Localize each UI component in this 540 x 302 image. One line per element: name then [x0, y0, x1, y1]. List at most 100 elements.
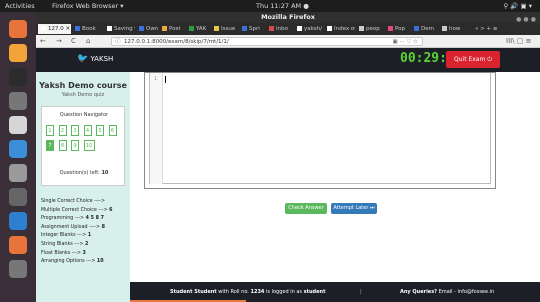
browser-tab[interactable]: peop	[356, 24, 384, 34]
terminal-icon[interactable]	[9, 68, 27, 86]
page-actions[interactable]: ▣ ··· ♡ ☆	[392, 38, 418, 46]
disk-icon[interactable]	[9, 92, 27, 110]
question-types-list: Single Correct Choice ----> Multiple Corr…	[41, 198, 131, 267]
code-editor[interactable]: 1	[149, 73, 491, 184]
question-type-label: Arranging Options --->	[41, 259, 97, 265]
code-editor-container: 1	[144, 72, 496, 189]
check-answer-button[interactable]: Check Answer	[285, 203, 327, 214]
question-type-label: Assignment Upload ---->	[41, 224, 102, 230]
software-center-icon[interactable]	[9, 236, 27, 254]
question-button-10[interactable]: 10	[83, 140, 95, 151]
tab-favicon-icon	[269, 26, 274, 31]
browser-tab[interactable]: Saving t	[104, 24, 135, 34]
yaksh-logo[interactable]: 🐦 YAKSH	[77, 54, 113, 64]
text-editor-icon[interactable]	[9, 116, 27, 134]
question-type-row: Assignment Upload ----> 8	[41, 224, 131, 233]
browser-tab[interactable]: Dem	[411, 24, 438, 34]
window-title: Mozilla Firefox	[261, 13, 315, 21]
browser-tab[interactable]: Index of	[324, 24, 355, 34]
question-type-label: Programming --->	[41, 216, 86, 222]
question-button-3[interactable]: 3	[71, 125, 79, 136]
home-button[interactable]: ⌂	[86, 37, 90, 45]
tab-favicon-icon	[107, 26, 112, 31]
tab-label: how	[449, 26, 461, 32]
contact-email[interactable]: Email - info@fossee.in	[437, 289, 495, 295]
browser-tab[interactable]: Spri	[239, 24, 265, 34]
yaksh-bird-icon: 🐦	[77, 54, 89, 64]
reload-button[interactable]: C	[71, 37, 76, 45]
webcam-icon[interactable]	[9, 188, 27, 206]
back-button[interactable]: ←	[40, 37, 46, 45]
firefox-icon[interactable]	[9, 20, 27, 38]
page-footer: Student Student with Roll no. 1234 is lo…	[130, 282, 540, 302]
question-button-2[interactable]: 2	[58, 125, 67, 136]
user-role: student	[303, 289, 326, 295]
text-cursor	[165, 76, 166, 83]
system-tray[interactable]: ⚲ 🔊 ▣ ▾	[504, 2, 532, 10]
question-button-5[interactable]: 5	[96, 125, 104, 136]
sublime-icon[interactable]	[9, 44, 27, 62]
forward-button[interactable]: →	[56, 37, 62, 45]
logo-text: YAKSH	[90, 55, 114, 63]
question-type-numbers: 1	[87, 233, 92, 239]
browser-tab[interactable]: « > + ≡	[465, 24, 499, 34]
files-icon[interactable]	[9, 164, 27, 182]
queries-label: Any Queries?	[400, 289, 438, 295]
url-bar[interactable]: ⓘ 127.0.0.1:8000/exam/8/skip/7/mt/1/1/ ▣…	[111, 37, 423, 46]
writer-icon[interactable]	[9, 212, 27, 230]
tab-label: 127.0 ✕	[48, 26, 71, 32]
tab-label: Spri	[249, 26, 260, 32]
app-menu[interactable]: Firefox Web Browser ▾	[52, 2, 123, 10]
question-button-6[interactable]: 6	[108, 125, 117, 136]
browser-tab[interactable]: Issue	[211, 24, 238, 34]
logged-text: is logged in as	[264, 289, 304, 295]
clock[interactable]: Thu 11:27 AM ●	[256, 2, 309, 10]
question-type-row: Float Blanks ---> 3	[41, 250, 131, 259]
browser-tab[interactable]: Own	[136, 24, 158, 34]
tab-bar: 127.0 ✕ Book Saving t Own Post YAK Issue Spri In…	[36, 23, 540, 35]
question-type-row: Single Correct Choice ---->	[41, 198, 131, 207]
spheres-icon[interactable]	[9, 140, 27, 158]
student-name: Student Student	[170, 289, 217, 295]
tab-favicon-icon	[442, 26, 447, 31]
tab-label: Own	[146, 26, 158, 32]
library-button[interactable]: III\ ▢ ≡	[506, 37, 531, 45]
browser-tab[interactable]: Inbo	[266, 24, 293, 34]
browser-tab[interactable]: YAK	[186, 24, 210, 34]
tab-label: Book	[82, 26, 96, 32]
browser-tab[interactable]: how	[439, 24, 464, 34]
question-button-8[interactable]: 8	[58, 140, 67, 151]
tab-label: Dem	[421, 26, 434, 32]
attempt-later-button[interactable]: Attempt Later ⏭	[331, 203, 377, 214]
tab-favicon-icon	[162, 26, 167, 31]
tab-label: Pop	[395, 26, 405, 32]
app-grid-icon[interactable]	[9, 284, 27, 302]
question-button-4[interactable]: 4	[83, 125, 92, 136]
question-button-9[interactable]: 9	[71, 140, 79, 151]
site-header: 🐦 YAKSH 00:29:22 Quit Exam ⏻	[36, 48, 540, 72]
browser-tab[interactable]: Book	[72, 24, 103, 34]
question-type-numbers: 10	[96, 259, 104, 265]
url-text[interactable]: 127.0.0.1:8000/exam/8/skip/7/mt/1/1/	[124, 39, 229, 45]
activities-button[interactable]: Activities	[5, 2, 35, 10]
question-button-7[interactable]: 7	[46, 140, 54, 151]
tab-label: Inbo	[276, 26, 288, 32]
question-type-numbers: 4 5 8 7	[85, 216, 104, 222]
drive-icon[interactable]	[9, 260, 27, 278]
login-info: Student Student with Roll no. 1234 is lo…	[170, 289, 325, 295]
tab-label: peop	[366, 26, 380, 32]
quit-exam-button[interactable]: Quit Exam ⏻	[446, 51, 500, 68]
browser-tab[interactable]: 127.0 ✕	[38, 24, 71, 34]
browser-tab[interactable]: Post	[159, 24, 185, 34]
system-top-bar: Activities Firefox Web Browser ▾ Thu 11:…	[0, 0, 540, 12]
info-icon[interactable]: ⓘ	[115, 38, 121, 46]
tab-label: Index of	[334, 26, 355, 32]
question-type-numbers: 6	[109, 207, 113, 213]
question-button-1[interactable]: 1	[46, 125, 54, 136]
question-type-numbers: 3	[82, 250, 86, 256]
tab-favicon-icon	[327, 26, 332, 31]
browser-tab[interactable]: yaksh/	[294, 24, 323, 34]
tab-favicon-icon	[297, 26, 302, 31]
tab-favicon-icon	[41, 26, 46, 31]
browser-tab[interactable]: Pop	[385, 24, 410, 34]
